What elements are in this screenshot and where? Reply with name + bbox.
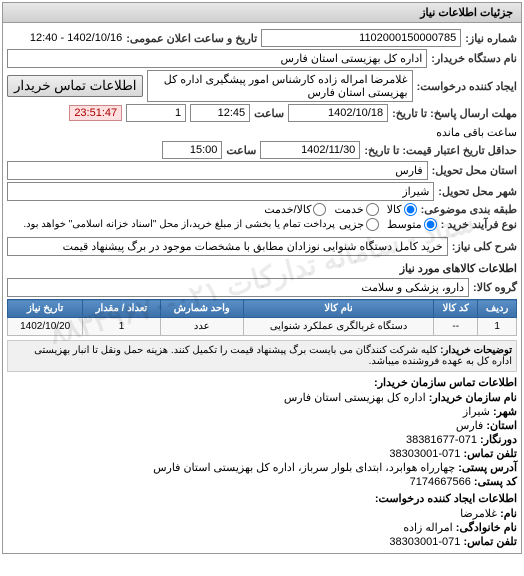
- request-number-value: 1102000150000785: [261, 29, 461, 47]
- th-unit: واحد شمارش: [160, 300, 243, 318]
- cell-code: --: [434, 318, 478, 336]
- panel-title: جزئیات اطلاعات نیاز: [3, 3, 521, 23]
- purchase-option-small[interactable]: جزیی: [339, 218, 379, 231]
- province-label: استان محل تحویل:: [432, 164, 517, 177]
- cell-qty: 1: [83, 318, 160, 336]
- cell-unit: عدد: [160, 318, 243, 336]
- req-phone: 071-38303001: [389, 536, 460, 548]
- deadline-label: مهلت ارسال پاسخ: تا تاریخ:: [392, 107, 517, 120]
- buyer-note-label: توضیحات خریدار:: [440, 345, 512, 356]
- buyer-note-box: توضیحات خریدار: کلیه شرکت کنندگان می بای…: [7, 340, 517, 372]
- description-label: شرح کلی نیاز:: [452, 240, 517, 253]
- contact-info-button[interactable]: اطلاعات تماس خریدار: [7, 75, 143, 97]
- req-family-label: نام خانوادگی:: [456, 522, 517, 534]
- cell-row: 1: [478, 318, 517, 336]
- deadline-time: 12:45: [190, 104, 250, 122]
- contact-province: فارس: [456, 420, 483, 432]
- main-panel: جزئیات اطلاعات نیاز شماره نیاز: 11020001…: [2, 2, 522, 554]
- purchase-type-radio-group: متوسط جزیی: [339, 218, 437, 231]
- contact-phone: 071-38303001: [389, 448, 460, 460]
- public-datetime-value: 1402/10/16 - 12:40: [30, 32, 122, 44]
- packaging-option-both[interactable]: کالا/خدمت: [264, 203, 326, 216]
- req-name: غلامرضا: [460, 508, 497, 520]
- city-label: شهر محل تحویل:: [438, 185, 517, 198]
- province-value: فارس: [7, 161, 428, 180]
- contact-org-label: نام سازمان خریدار:: [429, 392, 517, 404]
- contact-phone-label: تلفن تماس:: [463, 448, 517, 460]
- city-value: شیراز: [7, 182, 434, 201]
- packaging-option-kala[interactable]: کالا: [387, 203, 417, 216]
- contact-postal-label: کد پستی:: [474, 476, 517, 488]
- req-name-label: نام:: [500, 508, 517, 520]
- org-name-label: نام دستگاه خریدار:: [431, 52, 517, 65]
- contact-fax-label: دورنگار:: [480, 434, 517, 446]
- purchase-radio-small[interactable]: [366, 218, 379, 231]
- request-number-label: شماره نیاز:: [465, 32, 517, 45]
- packaging-label: طبقه بندی موضوعی:: [421, 203, 517, 216]
- contact-section-title: اطلاعات تماس سازمان خریدار:: [7, 376, 517, 389]
- packaging-radio-khedmat[interactable]: [366, 203, 379, 216]
- org-name-value: اداره کل بهزیستی استان فارس: [7, 49, 427, 68]
- goods-section-title: اطلاعات کالاهای مورد نیاز: [7, 262, 517, 275]
- validity-time: 15:00: [162, 141, 222, 159]
- requester-section-title: اطلاعات ایجاد کننده درخواست:: [7, 492, 517, 505]
- cell-date: 1402/10/20: [8, 318, 83, 336]
- contact-address: چهارراه هوابرد، ابتدای بلوار سرباز، ادار…: [153, 462, 455, 474]
- contact-city: شیراز: [463, 406, 490, 418]
- requester-value: غلامرضا امراله زاده کارشناس امور پیشگیری…: [147, 70, 412, 102]
- packaging-radio-kala[interactable]: [404, 203, 417, 216]
- contact-city-label: شهر:: [493, 406, 517, 418]
- countdown-timer: 23:51:47: [69, 105, 122, 121]
- purchase-option-medium[interactable]: متوسط: [387, 218, 437, 231]
- goods-table: ردیف کد کالا نام کالا واحد شمارش تعداد /…: [7, 299, 517, 336]
- description-text: خرید کامل دستگاه شنوایی نوزادان مطابق با…: [7, 237, 448, 256]
- contact-postal: 7174667566: [410, 476, 471, 488]
- purchase-radio-medium[interactable]: [424, 218, 437, 231]
- public-datetime-label: تاریخ و ساعت اعلان عمومی:: [126, 32, 257, 45]
- contact-address-label: آدرس پستی:: [458, 462, 517, 474]
- cell-name: دستگاه غربالگری عملکرد شنوایی: [243, 318, 434, 336]
- th-name: نام کالا: [243, 300, 434, 318]
- purchase-type-label: نوع فرآیند خرید :: [441, 218, 517, 231]
- contact-org: اداره کل بهزیستی استان فارس: [284, 392, 426, 404]
- req-phone-label: تلفن تماس:: [463, 536, 517, 548]
- remaining-label: ساعت باقی مانده: [436, 126, 517, 139]
- packaging-radio-group: کالا خدمت کالا/خدمت: [264, 203, 416, 216]
- time-label-2: ساعت: [226, 144, 256, 157]
- deadline-date: 1402/10/18: [288, 104, 388, 122]
- th-code: کد کالا: [434, 300, 478, 318]
- validity-label: حداقل تاریخ اعتبار قیمت: تا تاریخ:: [364, 144, 517, 157]
- goods-group-value: دارو، پزشکی و سلامت: [7, 278, 469, 297]
- time-label-1: ساعت: [254, 107, 284, 120]
- purchase-note: پرداخت تمام یا بخشی از مبلغ خرید،از محل …: [23, 219, 335, 230]
- table-row: 1 -- دستگاه غربالگری عملکرد شنوایی عدد 1…: [8, 318, 517, 336]
- requester-label: ایجاد کننده درخواست:: [417, 80, 517, 93]
- packaging-option-khedmat[interactable]: خدمت: [334, 203, 378, 216]
- contact-fax: 071-38381677: [406, 434, 477, 446]
- th-row: ردیف: [478, 300, 517, 318]
- day-count: 1: [126, 104, 186, 122]
- validity-date: 1402/11/30: [260, 141, 360, 159]
- req-family: امراله زاده: [403, 522, 452, 534]
- goods-group-label: گروه کالا:: [473, 281, 517, 294]
- th-qty: تعداد / مقدار: [83, 300, 160, 318]
- packaging-radio-both[interactable]: [313, 203, 326, 216]
- contact-province-label: استان:: [486, 420, 517, 432]
- th-date: تاریخ نیاز: [8, 300, 83, 318]
